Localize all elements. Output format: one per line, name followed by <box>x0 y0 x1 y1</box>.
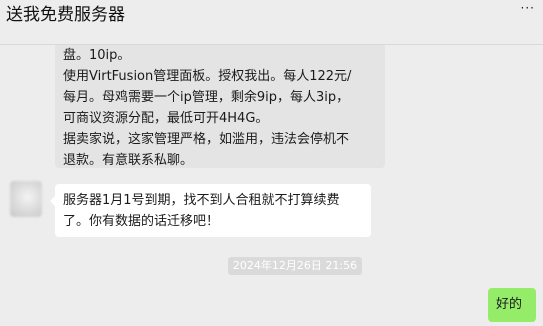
message-bubble-received[interactable]: 服务器1月1号到期，找不到人合租就不打算续费 了。你有数据的话迁移吧！ <box>50 184 371 237</box>
chat-header: 送我免费服务器 ··· <box>0 0 543 45</box>
more-options-icon[interactable]: ··· <box>521 2 535 14</box>
message-text-line: 盘。10ip。 <box>63 48 131 63</box>
message-text: 好的 <box>496 297 523 312</box>
message-bubble-sent[interactable]: 好的 <box>488 288 536 322</box>
message-text-line: 退款。有意联系私聊。 <box>63 153 194 168</box>
message-list[interactable]: 盘。10ip。 使用VirtFusion管理面板。授权我出。每人122元/ 每月… <box>0 45 543 326</box>
contact-avatar[interactable] <box>10 181 42 217</box>
message-text-line: 据卖家说，这家管理严格，如滥用，违法会停机不 <box>63 132 350 147</box>
message-text-line: 使用VirtFusion管理面板。授权我出。每人122元/ <box>63 69 352 84</box>
message-text-line: 每月。母鸡需要一个ip管理，剩余9ip，每人3ip， <box>63 90 350 105</box>
message-bubble-received-long[interactable]: 盘。10ip。 使用VirtFusion管理面板。授权我出。每人122元/ 每月… <box>55 45 385 168</box>
chat-title: 送我免费服务器 <box>6 5 125 25</box>
message-text-line: 了。你有数据的话迁移吧！ <box>63 214 220 229</box>
message-timestamp: 2024年12月26日 21:56 <box>228 257 362 275</box>
message-text-line: 服务器1月1号到期，找不到人合租就不打算续费 <box>63 193 340 208</box>
message-text-line: 可商议资源分配，最低可开4H4G。 <box>63 111 269 126</box>
